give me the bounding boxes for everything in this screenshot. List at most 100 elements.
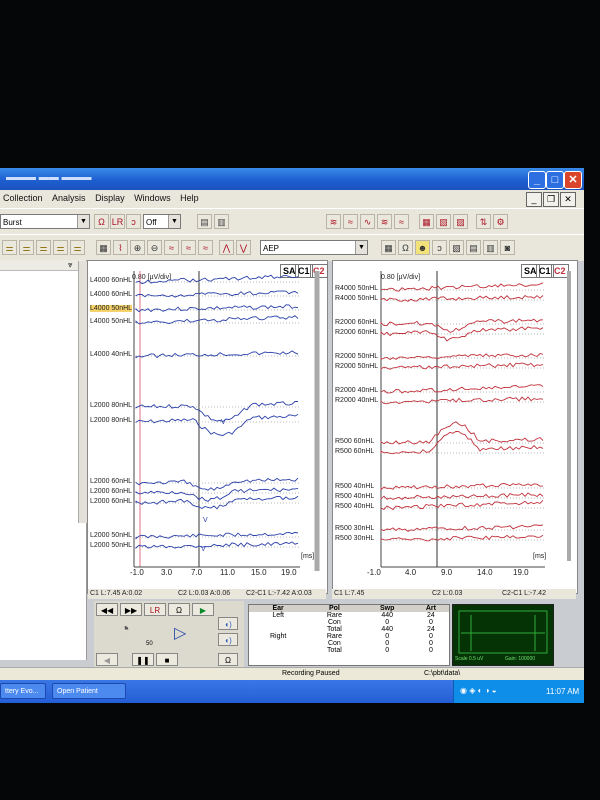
waveform-view-icon-2[interactable]: ≈	[343, 214, 358, 229]
waveform-view-icon-1[interactable]: ≋	[326, 214, 341, 229]
channel-label[interactable]: L2000 60nHL	[90, 478, 132, 485]
zoom-out-icon[interactable]: ⊖	[147, 240, 162, 255]
rewind-icon[interactable]: ◀◀	[96, 603, 118, 616]
settings-icon[interactable]: ⚙	[493, 214, 508, 229]
mdi-restore-button[interactable]: ❐	[543, 192, 559, 207]
menu-analysis[interactable]: Analysis	[49, 190, 90, 203]
notes-icon[interactable]: ▤	[466, 240, 481, 255]
sweep-cell: 24	[427, 612, 435, 619]
channel-label[interactable]: R500 40nHL	[335, 483, 374, 490]
masking-select[interactable]: Off ▼	[143, 214, 181, 229]
menu-help[interactable]: Help	[177, 190, 203, 203]
channel-label[interactable]: R500 30nHL	[335, 525, 374, 532]
channel-label[interactable]: L2000 50nHL	[90, 532, 132, 539]
menu-collection[interactable]: Collection	[0, 190, 47, 203]
channel-label[interactable]: R500 60nHL	[335, 438, 374, 445]
taskbar-item[interactable]: Open Patient	[52, 683, 126, 699]
marker-icon-5[interactable]: ⚌	[70, 240, 85, 255]
channel-label[interactable]: R2000 40nHL	[335, 397, 378, 404]
channel-label[interactable]: R4000 50nHL	[335, 295, 378, 302]
pause-icon[interactable]: ❚❚	[132, 653, 154, 666]
pane-scrollbar[interactable]	[78, 261, 87, 523]
page-setup-icon[interactable]: ▥	[214, 214, 229, 229]
zoom-in-icon[interactable]: ⊕	[130, 240, 145, 255]
marker-icon-4[interactable]: ⚌	[53, 240, 68, 255]
channel-label[interactable]: R2000 40nHL	[335, 387, 378, 394]
protocol-select[interactable]: AEP ▼	[260, 240, 368, 255]
c1-latency: C1 L:7.45	[334, 590, 365, 597]
channel-label[interactable]: R2000 60nHL	[335, 329, 378, 336]
title-bar: ▬▬▬ ▬▬ ▬▬▬ _ □ ✕	[0, 168, 584, 190]
volume-knob-icon[interactable]: ◔	[120, 621, 130, 639]
channel-label[interactable]: R500 30nHL	[335, 535, 374, 542]
channel-label[interactable]: L4000 50nHL	[90, 318, 132, 325]
print-icon[interactable]: ▤	[197, 214, 212, 229]
normative-icon[interactable]: ▧	[449, 240, 464, 255]
report-icon[interactable]: ▦	[419, 214, 434, 229]
maximize-button[interactable]: □	[546, 171, 564, 189]
waveform-view-icon-5[interactable]: ≈	[394, 214, 409, 229]
ear-left-right-icon[interactable]: LR	[110, 214, 125, 229]
channel-label[interactable]: L4000 50nHL	[90, 305, 133, 312]
stimulus-select[interactable]: Burst ▼	[0, 214, 90, 229]
invert-trace-icon[interactable]: ≈	[198, 240, 213, 255]
mdi-minimize-button[interactable]: _	[526, 192, 542, 207]
headphone-icon[interactable]: Ω	[94, 214, 109, 229]
channel-label[interactable]: L4000 60nHL	[90, 277, 132, 284]
waveform-view-icon-4[interactable]: ≋	[377, 214, 392, 229]
channel-label[interactable]: R2000 50nHL	[335, 353, 378, 360]
trace-icon[interactable]: ⌇	[113, 240, 128, 255]
ear-switch-icon[interactable]: LR	[144, 603, 166, 616]
grid-icon[interactable]: ▦	[96, 240, 111, 255]
channel-label[interactable]: R2000 60nHL	[335, 319, 378, 326]
marker-icon-3[interactable]: ⚌	[36, 240, 51, 255]
stop-icon[interactable]: ■	[156, 653, 178, 666]
chevron-down-icon: ▼	[77, 215, 89, 228]
play-icon[interactable]: ▶	[192, 603, 214, 616]
layout-icon[interactable]: ▦	[381, 240, 396, 255]
fast-forward-icon[interactable]: ▶▶	[120, 603, 142, 616]
channel-label[interactable]: L2000 60nHL	[90, 498, 132, 505]
peak-mark-icon[interactable]: ⋀	[219, 240, 234, 255]
camera-icon[interactable]: ◙	[500, 240, 515, 255]
tray-icons[interactable]: ◉ ◈ ◐ ◑ ◒	[460, 686, 497, 695]
headphone-icon[interactable]: Ω	[168, 603, 190, 616]
patient-icon[interactable]: ☻	[415, 240, 430, 255]
channel-label[interactable]: R500 40nHL	[335, 503, 374, 510]
taskbar-item[interactable]: ttery Evo...	[0, 683, 46, 699]
menu-display[interactable]: Display	[92, 190, 129, 203]
speaker-icon[interactable]: ◖)	[218, 617, 238, 630]
channel-label[interactable]: L2000 60nHL	[90, 488, 132, 495]
subtract-trace-icon[interactable]: ≈	[181, 240, 196, 255]
ear-icon[interactable]: ↄ	[432, 240, 447, 255]
channel-label[interactable]: R500 40nHL	[335, 493, 374, 500]
channel-label[interactable]: L4000 40nHL	[90, 351, 132, 358]
export-icon[interactable]: ⇅	[476, 214, 491, 229]
latency-table-icon[interactable]: ▧	[436, 214, 451, 229]
channel-label[interactable]: R4000 50nHL	[335, 285, 378, 292]
mdi-close-button[interactable]: ✕	[560, 192, 576, 207]
waveform-view-icon-3[interactable]: ∿	[360, 214, 375, 229]
channel-label[interactable]: L2000 80nHL	[90, 402, 132, 409]
speaker-icon[interactable]: ◖)	[218, 633, 238, 646]
channel-label[interactable]: R500 60nHL	[335, 448, 374, 455]
sweep-row: Con 0 0	[249, 640, 449, 647]
channel-label[interactable]: R2000 50nHL	[335, 363, 378, 370]
channel-label[interactable]: L2000 50nHL	[90, 542, 132, 549]
chart-icon[interactable]: ▥	[483, 240, 498, 255]
marker-icon-1[interactable]: ⚌	[2, 240, 17, 255]
bone-conductor-icon[interactable]: ↄ	[126, 214, 141, 229]
marker-icon-2[interactable]: ⚌	[19, 240, 34, 255]
peak-label-icon[interactable]: ⋁	[236, 240, 251, 255]
channel-label[interactable]: L2000 80nHL	[90, 417, 132, 424]
channel-label[interactable]: L4000 60nHL	[90, 291, 132, 298]
chevron-down-icon[interactable]: ⩔	[68, 260, 73, 270]
headphone-icon[interactable]: Ω	[398, 240, 413, 255]
stop-record-icon[interactable]: ◀	[96, 653, 118, 666]
add-trace-icon[interactable]: ≈	[164, 240, 179, 255]
minimize-button[interactable]: _	[528, 171, 546, 189]
headphone-icon[interactable]: Ω	[218, 653, 238, 666]
compare-icon[interactable]: ▨	[453, 214, 468, 229]
close-button[interactable]: ✕	[564, 171, 582, 189]
menu-windows[interactable]: Windows	[131, 190, 175, 203]
